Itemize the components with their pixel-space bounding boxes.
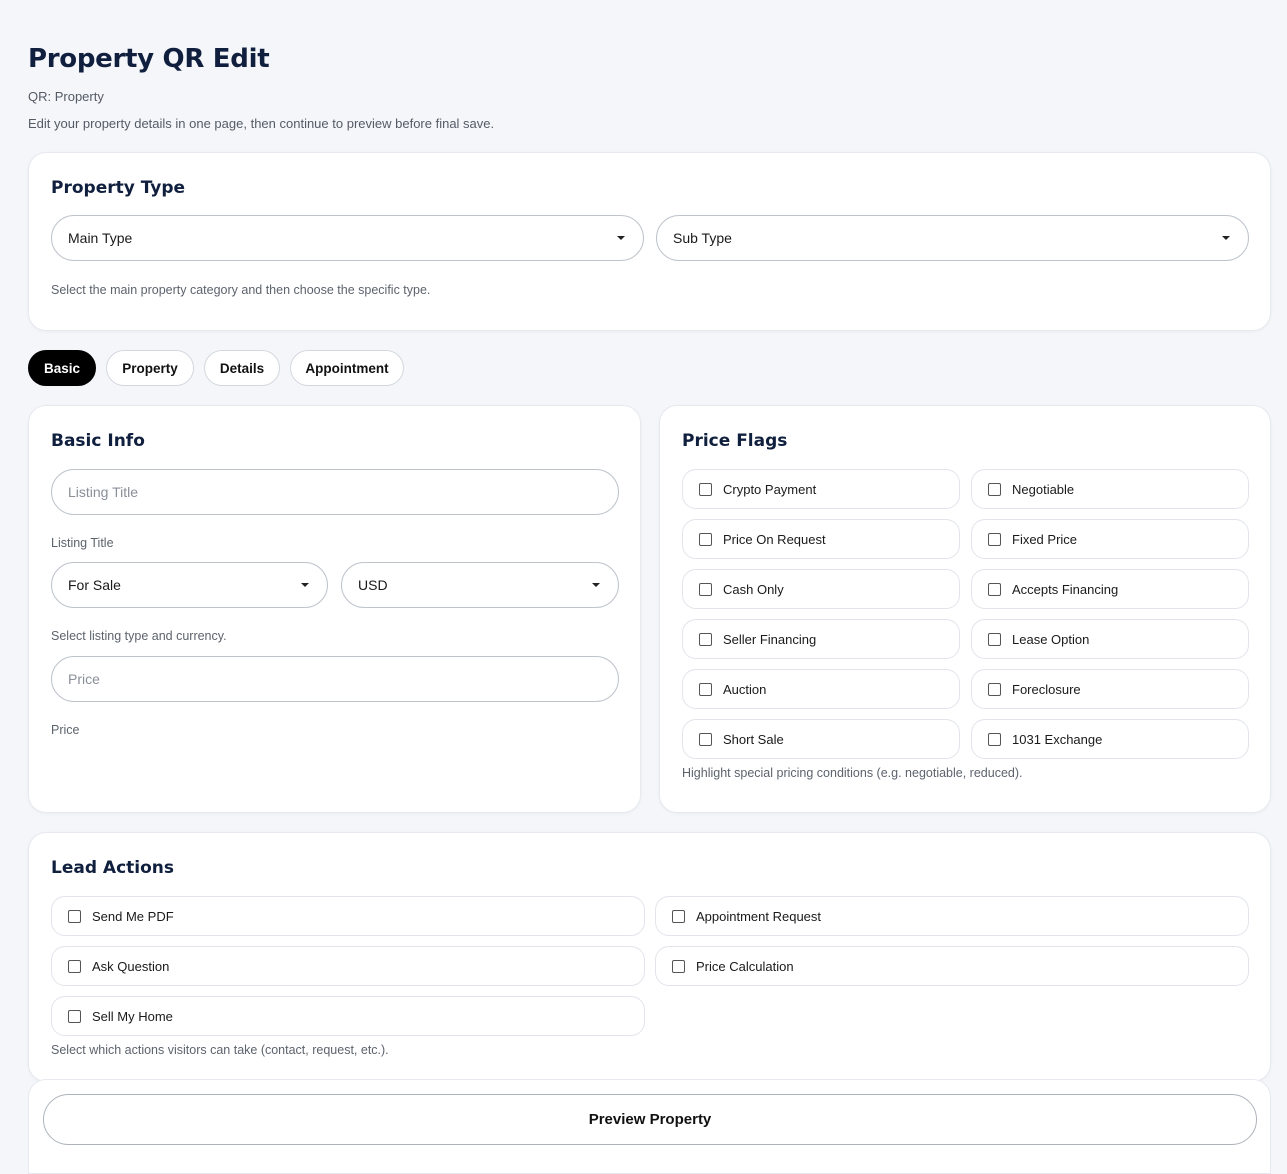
lead-action-label: Price Calculation	[696, 958, 794, 974]
chevron-down-icon	[1222, 236, 1230, 240]
checkbox[interactable]	[988, 582, 1001, 596]
lead-action-label: Ask Question	[92, 958, 170, 974]
checkbox[interactable]	[68, 909, 81, 923]
price-flag-label: Fixed Price	[1012, 531, 1078, 547]
price-flag-label: Accepts Financing	[1012, 581, 1119, 597]
price-flag-auction[interactable]: Auction	[682, 669, 960, 709]
checkbox[interactable]	[68, 1009, 81, 1023]
chevron-down-icon	[617, 236, 625, 240]
listing-title-label: Listing Title	[51, 536, 114, 550]
price-flag-1031-exchange[interactable]: 1031 Exchange	[971, 719, 1249, 759]
lead-action-ask-question[interactable]: Ask Question	[51, 946, 645, 986]
lead-action-label: Appointment Request	[696, 908, 822, 924]
checkbox[interactable]	[988, 632, 1001, 646]
price-flags-card: Price Flags Crypto Payment Negotiable Pr…	[659, 405, 1271, 813]
main-type-select[interactable]: Main Type	[51, 215, 644, 261]
checkbox[interactable]	[699, 682, 712, 696]
basic-info-card: Basic Info Listing Title Listing Title F…	[28, 405, 641, 813]
price-label: Price	[51, 723, 80, 737]
listing-type-help: Select listing type and currency.	[51, 629, 227, 643]
price-flag-label: Auction	[723, 681, 767, 697]
page-title: Property QR Edit	[28, 44, 270, 74]
tab-basic[interactable]: Basic	[28, 350, 96, 386]
checkbox[interactable]	[68, 959, 81, 973]
lead-action-sell-my-home[interactable]: Sell My Home	[51, 996, 645, 1036]
property-type-title: Property Type	[51, 178, 186, 198]
checkbox[interactable]	[988, 682, 1001, 696]
currency-select[interactable]: USD	[341, 562, 619, 608]
chevron-down-icon	[301, 583, 309, 587]
checkbox[interactable]	[672, 909, 685, 923]
sub-type-value: Sub Type	[673, 230, 732, 246]
lead-action-appointment-request[interactable]: Appointment Request	[655, 896, 1249, 936]
price-flag-fixed-price[interactable]: Fixed Price	[971, 519, 1249, 559]
page-subtitle: QR: Property	[28, 89, 104, 104]
preview-bar: Preview Property	[28, 1079, 1271, 1174]
price-flag-lease-option[interactable]: Lease Option	[971, 619, 1249, 659]
sub-type-select[interactable]: Sub Type	[656, 215, 1249, 261]
price-flag-label: Cash Only	[723, 581, 784, 597]
price-flag-crypto-payment[interactable]: Crypto Payment	[682, 469, 960, 509]
lead-action-price-calculation[interactable]: Price Calculation	[655, 946, 1249, 986]
price-flag-price-on-request[interactable]: Price On Request	[682, 519, 960, 559]
price-flag-label: Lease Option	[1012, 631, 1090, 647]
property-type-card: Property Type Main Type Sub Type Select …	[28, 152, 1271, 331]
checkbox[interactable]	[699, 732, 712, 746]
price-flag-negotiable[interactable]: Negotiable	[971, 469, 1249, 509]
price-flag-cash-only[interactable]: Cash Only	[682, 569, 960, 609]
lead-actions-title: Lead Actions	[51, 858, 175, 878]
price-flag-short-sale[interactable]: Short Sale	[682, 719, 960, 759]
currency-value: USD	[358, 577, 388, 593]
checkbox[interactable]	[699, 632, 712, 646]
checkbox[interactable]	[699, 482, 712, 496]
price-flag-accepts-financing[interactable]: Accepts Financing	[971, 569, 1249, 609]
page-description: Edit your property details in one page, …	[28, 116, 495, 131]
tab-property[interactable]: Property	[106, 350, 194, 386]
price-flag-label: Short Sale	[723, 731, 784, 747]
price-flag-label: Negotiable	[1012, 481, 1075, 497]
listing-title-placeholder: Listing Title	[68, 484, 139, 500]
chevron-down-icon	[592, 583, 600, 587]
lead-actions-help: Select which actions visitors can take (…	[51, 1043, 389, 1057]
listing-type-select[interactable]: For Sale	[51, 562, 328, 608]
price-flag-label: Foreclosure	[1012, 681, 1081, 697]
price-flags-help: Highlight special pricing conditions (e.…	[682, 766, 1023, 780]
price-flag-label: Seller Financing	[723, 631, 817, 647]
price-flag-label: Crypto Payment	[723, 481, 817, 497]
checkbox[interactable]	[699, 582, 712, 596]
preview-property-button[interactable]: Preview Property	[43, 1094, 1257, 1145]
lead-action-label: Sell My Home	[92, 1008, 173, 1024]
lead-action-send-me-pdf[interactable]: Send Me PDF	[51, 896, 645, 936]
price-flag-seller-financing[interactable]: Seller Financing	[682, 619, 960, 659]
listing-title-input[interactable]: Listing Title	[51, 469, 619, 515]
tab-details[interactable]: Details	[204, 350, 280, 386]
checkbox[interactable]	[988, 532, 1001, 546]
checkbox[interactable]	[699, 532, 712, 546]
price-placeholder: Price	[68, 671, 100, 687]
tab-appointment[interactable]: Appointment	[290, 350, 404, 386]
price-flag-label: Price On Request	[723, 531, 826, 547]
main-type-value: Main Type	[68, 230, 133, 246]
lead-action-label: Send Me PDF	[92, 908, 174, 924]
checkbox[interactable]	[988, 482, 1001, 496]
lead-actions-card: Lead Actions Send Me PDF Appointment Req…	[28, 832, 1271, 1082]
price-flag-label: 1031 Exchange	[1012, 731, 1103, 747]
price-input[interactable]: Price	[51, 656, 619, 702]
listing-type-value: For Sale	[68, 577, 121, 593]
price-flags-title: Price Flags	[682, 431, 788, 451]
checkbox[interactable]	[988, 732, 1001, 746]
property-type-help: Select the main property category and th…	[51, 283, 431, 297]
checkbox[interactable]	[672, 959, 685, 973]
price-flag-foreclosure[interactable]: Foreclosure	[971, 669, 1249, 709]
basic-info-title: Basic Info	[51, 431, 145, 451]
